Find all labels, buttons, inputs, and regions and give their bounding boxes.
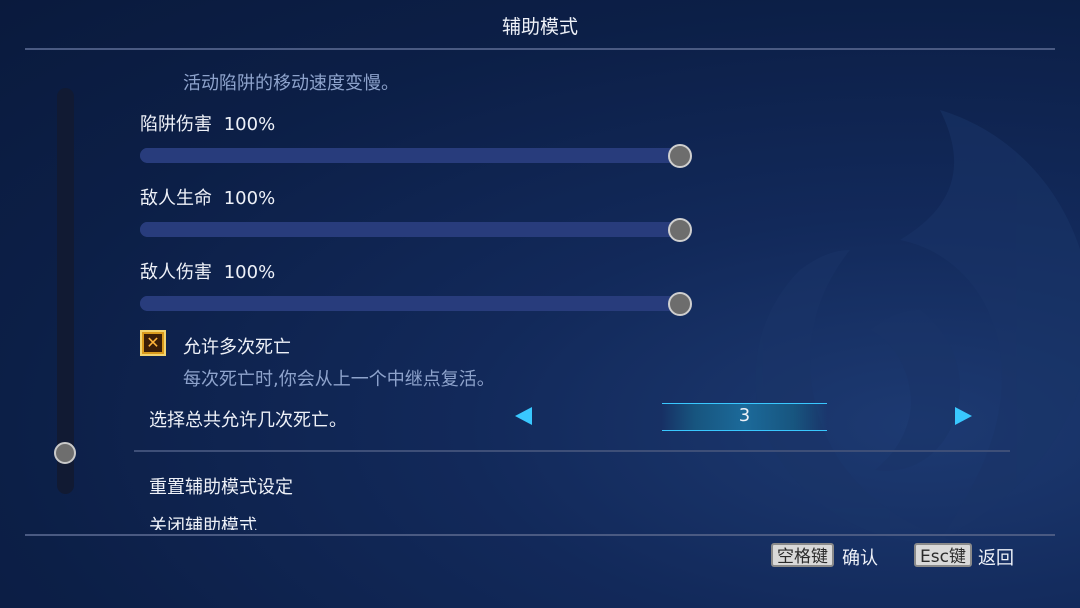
space-key-badge: 空格键 [771,543,834,567]
header-divider [25,48,1055,50]
enemy-damage-fill [140,296,680,311]
background-emblem [755,110,1080,542]
trap-damage-fill [140,148,680,163]
reset-assist-mode-button[interactable]: 重置辅助模式设定 [149,473,293,499]
confirm-button[interactable]: 确认 [842,544,878,570]
enemy-health-row: 敌人生命 100% [140,184,275,210]
close-assist-mode-button[interactable]: 关闭辅助模式 [149,512,257,530]
trap-speed-description: 活动陷阱的移动速度变慢。 [183,73,399,94]
scrollbar-track[interactable] [57,88,74,494]
enemy-health-value: 100% [223,188,276,209]
enemy-health-label: 敌人生命 [140,188,212,209]
enemy-health-slider[interactable] [140,222,680,237]
enemy-health-fill [140,222,680,237]
enemy-damage-row: 敌人伤害 100% [140,258,275,284]
enemy-damage-slider-knob[interactable] [668,292,692,316]
enemy-health-slider-knob[interactable] [668,218,692,242]
footer-divider [25,534,1055,536]
multiple-deaths-checkbox[interactable]: ✕ [140,330,166,356]
scrollbar-thumb[interactable] [54,442,76,464]
death-count-value: 3 [738,405,751,426]
esc-key-badge: Esc键 [914,543,972,567]
page-title: 辅助模式 [501,16,578,38]
trap-damage-slider-knob[interactable] [668,144,692,168]
back-button[interactable]: 返回 [978,544,1014,570]
trap-damage-value: 100% [223,114,276,135]
multiple-deaths-description: 每次死亡时,你会从上一个中继点复活。 [183,369,495,390]
enemy-damage-label: 敌人伤害 [140,262,212,283]
death-count-label: 选择总共允许几次死亡。 [149,410,347,431]
decrease-arrow-icon[interactable] [515,407,532,425]
trap-damage-row: 陷阱伤害 100% [140,110,275,136]
checkmark-icon: ✕ [144,334,162,352]
section-divider [134,450,1010,452]
trap-damage-label: 陷阱伤害 [140,114,212,135]
cut-off-row: 关闭辅助模式 [149,505,549,530]
trap-damage-slider[interactable] [140,148,680,163]
multiple-deaths-label: 允许多次死亡 [183,337,291,358]
enemy-damage-slider[interactable] [140,296,680,311]
increase-arrow-icon[interactable] [955,407,972,425]
enemy-damage-value: 100% [223,262,276,283]
